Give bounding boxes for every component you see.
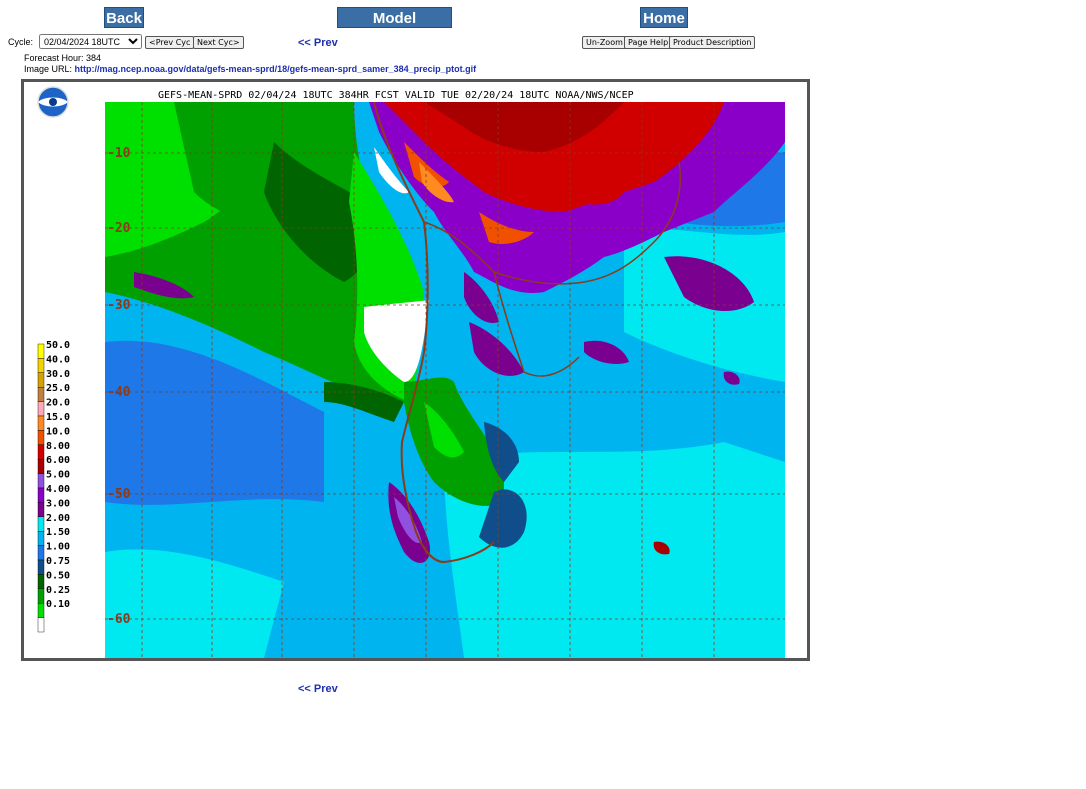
lat-label: -10 — [107, 146, 131, 161]
legend-label: 1.50 — [46, 527, 70, 538]
legend-label: 2.00 — [46, 513, 70, 524]
legend-swatch — [37, 574, 45, 589]
cycle-select[interactable]: 02/04/2024 18UTC — [39, 34, 142, 49]
back-button[interactable]: Back — [104, 7, 144, 28]
legend-swatch — [37, 401, 45, 417]
legend-swatch — [37, 444, 45, 460]
lat-label: -60 — [107, 612, 131, 627]
forecast-map-image[interactable]: -10 -20 -30 -40 -50 -60 GEFS-MEAN-SPRD 0… — [21, 79, 810, 661]
legend-swatch — [37, 343, 45, 359]
legend-label: 20.0 — [46, 398, 70, 409]
legend-swatch — [37, 473, 45, 489]
precip-legend: 50.0 40.0 30.0 25.0 20.0 15.0 10.0 8.00 6.00 5.00… — [37, 340, 70, 633]
legend-label: 0.50 — [46, 570, 70, 581]
legend-swatch — [37, 588, 45, 604]
legend-label: 4.00 — [46, 484, 70, 495]
legend-swatch — [37, 358, 45, 373]
legend-label: 5.00 — [46, 470, 70, 481]
lat-label: -30 — [107, 298, 131, 313]
prev-cycle-button[interactable]: <Prev Cyc — [145, 36, 195, 49]
unzoom-button[interactable]: Un-Zoom — [582, 36, 627, 49]
cycle-label: Cycle: — [8, 37, 34, 47]
legend-swatch — [37, 502, 45, 517]
legend-label: 40.0 — [46, 354, 70, 365]
legend-swatch — [37, 430, 45, 445]
legend-swatch — [37, 617, 45, 633]
legend-label: 6.00 — [46, 455, 70, 466]
legend-swatch — [37, 415, 45, 431]
image-url-link[interactable]: http://mag.ncep.noaa.gov/data/gefs-mean-… — [75, 64, 477, 74]
legend-swatch — [37, 516, 45, 532]
precip-field — [105, 102, 785, 658]
legend-label: 1.00 — [46, 542, 70, 553]
prev-link-bottom[interactable]: << Prev — [298, 683, 338, 695]
forecast-hour-label: Forecast Hour: — [24, 53, 84, 63]
legend-label: 0.25 — [46, 585, 70, 596]
legend-swatch — [37, 372, 45, 388]
forecast-hour-value: 384 — [86, 53, 102, 63]
lat-label: -20 — [107, 221, 131, 236]
product-description-button[interactable]: Product Description — [669, 36, 756, 49]
image-url-row: Image URL: http://mag.ncep.noaa.gov/data… — [24, 64, 476, 74]
home-button[interactable]: Home — [640, 7, 688, 28]
legend-label: 3.00 — [46, 498, 70, 509]
next-cycle-button[interactable]: Next Cyc> — [193, 36, 244, 49]
legend-label: 0.75 — [46, 556, 70, 567]
legend-swatch — [37, 387, 45, 402]
map-canvas: -10 -20 -30 -40 -50 -60 GEFS-MEAN-SPRD 0… — [37, 86, 785, 658]
legend-swatch — [37, 531, 45, 546]
model-guidance-button[interactable]: Model Guidance — [337, 7, 452, 48]
legend-label: 50.0 — [46, 340, 70, 351]
legend-swatch — [37, 487, 45, 503]
legend-label: 8.00 — [46, 441, 70, 452]
legend-label: 15.0 — [46, 412, 70, 423]
legend-label: 30.0 — [46, 369, 70, 380]
forecast-hour-row: Forecast Hour: 384 — [24, 53, 101, 63]
page-help-button[interactable]: Page Help — [624, 36, 673, 49]
legend-label: 0.10 — [46, 599, 70, 610]
lat-label: -40 — [107, 385, 131, 400]
legend-swatch — [37, 603, 45, 618]
legend-label: 10.0 — [46, 426, 70, 437]
noaa-logo-icon — [37, 86, 69, 118]
map-title: GEFS-MEAN-SPRD 02/04/24 18UTC 384HR FCST… — [158, 90, 634, 101]
prev-link-top[interactable]: << Prev — [298, 37, 338, 49]
legend-swatch — [37, 545, 45, 561]
image-url-label: Image URL: — [24, 64, 73, 74]
legend-swatch — [37, 559, 45, 575]
legend-label: 25.0 — [46, 383, 70, 394]
legend-swatch — [37, 459, 45, 474]
lat-label: -50 — [107, 487, 131, 502]
